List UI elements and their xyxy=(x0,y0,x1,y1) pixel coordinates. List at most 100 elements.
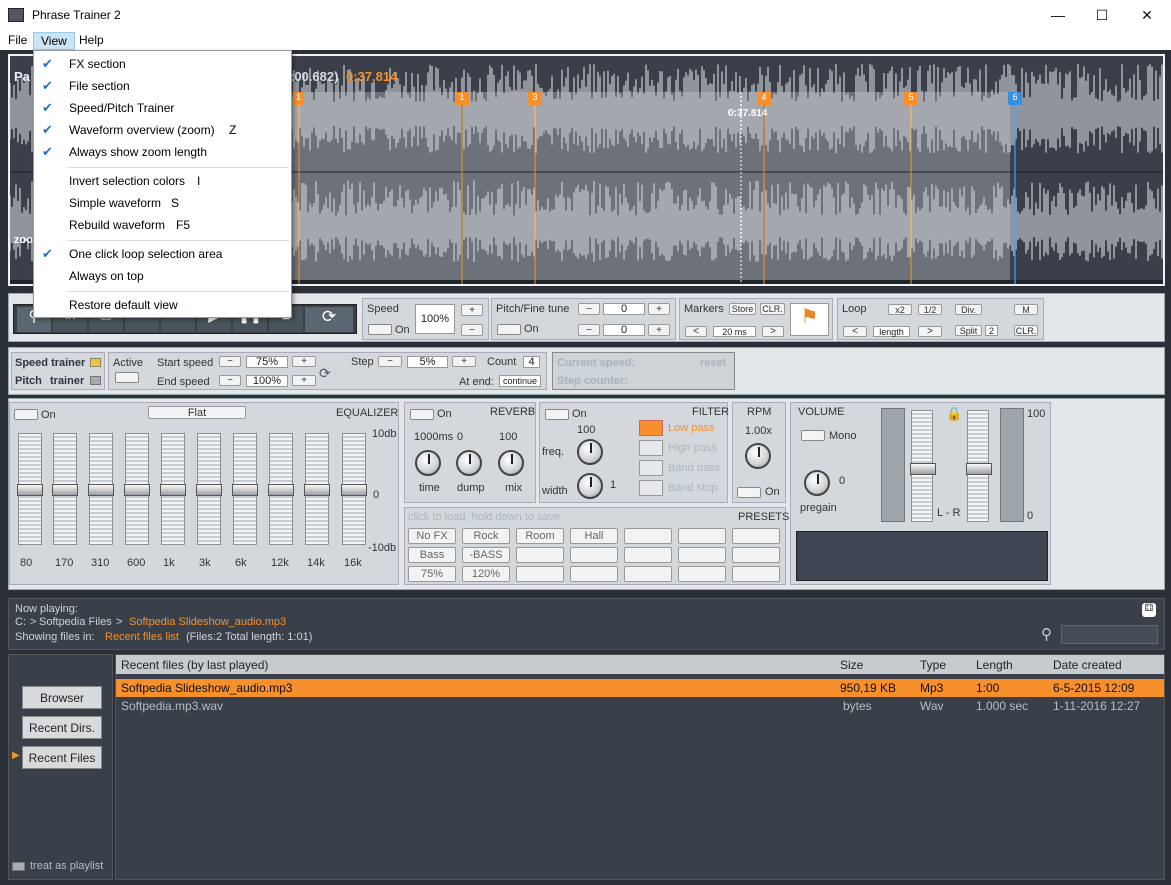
fine-down-button[interactable]: − xyxy=(578,324,600,336)
search-icon[interactable]: ⚲ xyxy=(1041,625,1052,643)
path-folder[interactable]: Softpedia Files xyxy=(39,616,112,628)
view-menu-item[interactable]: Invert selection colors I xyxy=(34,170,291,192)
speed-up-button[interactable]: + xyxy=(461,304,483,316)
table-row[interactable]: Softpedia Slideshow_audio.mp3 950,19 KB … xyxy=(116,679,1164,697)
start-speed-down-button[interactable]: − xyxy=(219,356,241,367)
eq-band-slider[interactable] xyxy=(196,433,222,545)
eq-band-slider[interactable] xyxy=(268,433,294,545)
loop-split-value[interactable]: 2 xyxy=(985,325,998,336)
view-menu-item[interactable]: ✔ One click loop selection area xyxy=(34,243,291,265)
end-speed-value[interactable]: 100% xyxy=(246,375,288,387)
trainer-active-toggle[interactable] xyxy=(115,372,139,383)
count-value[interactable]: 4 xyxy=(523,356,540,368)
preset-slot[interactable] xyxy=(570,547,618,563)
pitch-up-button[interactable]: + xyxy=(648,303,670,315)
preset-slot[interactable]: No FX xyxy=(408,528,456,544)
marker-flag[interactable]: 5 xyxy=(904,92,918,105)
loop-half-button[interactable]: 1/2 xyxy=(918,304,942,315)
step-value[interactable]: 5% xyxy=(407,356,448,368)
eq-band-slider[interactable] xyxy=(52,433,78,545)
markers-store-button[interactable]: Store xyxy=(729,303,756,315)
path-file[interactable]: Softpedia Slideshow_audio.mp3 xyxy=(129,616,286,628)
view-menu-item[interactable]: ✔ Speed/Pitch Trainer xyxy=(34,97,291,119)
preset-slot[interactable]: 120% xyxy=(462,566,510,582)
highpass-icon[interactable] xyxy=(639,440,663,456)
preset-slot[interactable]: 75% xyxy=(408,566,456,582)
eq-band-thumb[interactable] xyxy=(17,484,43,496)
eq-band-thumb[interactable] xyxy=(232,484,258,496)
preset-slot[interactable]: -BASS xyxy=(462,547,510,563)
end-speed-down-button[interactable]: − xyxy=(219,375,241,386)
eq-band-slider[interactable] xyxy=(232,433,258,545)
speed-trainer-led[interactable] xyxy=(90,358,101,367)
markers-ms[interactable]: 20 ms xyxy=(713,326,756,337)
view-menu-item[interactable]: ✔ Waveform overview (zoom) Z xyxy=(34,119,291,141)
col-header-size[interactable]: Size xyxy=(840,658,863,672)
marker-flag[interactable]: 3 xyxy=(528,92,542,105)
step-down-button[interactable]: − xyxy=(378,356,402,367)
loop-clear-button[interactable]: CLR. xyxy=(1014,325,1038,336)
preset-slot[interactable] xyxy=(624,566,672,582)
eq-band-thumb[interactable] xyxy=(196,484,222,496)
rpm-toggle[interactable] xyxy=(737,487,761,498)
menu-view[interactable]: View xyxy=(33,32,75,50)
eq-band-slider[interactable] xyxy=(124,433,150,545)
marker-prev-button[interactable]: < xyxy=(685,326,707,337)
volume-slider-right[interactable] xyxy=(966,410,992,522)
reverb-dump-knob[interactable] xyxy=(456,450,482,476)
loop-m-button[interactable]: M xyxy=(1014,304,1038,315)
eq-band-slider[interactable] xyxy=(17,433,43,545)
preset-slot[interactable] xyxy=(732,566,780,582)
reverb-toggle[interactable] xyxy=(410,409,434,420)
preset-slot[interactable] xyxy=(732,547,780,563)
start-speed-value[interactable]: 75% xyxy=(246,356,288,368)
pitch-toggle[interactable] xyxy=(497,324,521,335)
filter-type-bandpass[interactable]: Band pass xyxy=(668,462,720,474)
eq-band-thumb[interactable] xyxy=(304,484,330,496)
eq-band-thumb[interactable] xyxy=(160,484,186,496)
filter-toggle[interactable] xyxy=(545,409,569,420)
marker-flag[interactable]: 4 xyxy=(757,92,771,105)
view-menu-item[interactable]: ✔ FX section xyxy=(34,53,291,75)
swap-icon[interactable]: ⟳ xyxy=(319,365,331,382)
pitch-value[interactable]: 0 xyxy=(603,303,645,315)
loop-split-button[interactable]: Split xyxy=(955,325,982,336)
marker-next-button[interactable]: > xyxy=(762,326,784,337)
preset-slot[interactable]: Hall xyxy=(570,528,618,544)
reverb-time-knob[interactable] xyxy=(415,450,441,476)
filter-freq-knob[interactable] xyxy=(577,439,603,465)
marker-flag[interactable]: 6 xyxy=(1008,92,1022,105)
recent-dirs-button[interactable]: Recent Dirs. xyxy=(22,716,102,739)
loop-prev-button[interactable]: < xyxy=(843,326,867,337)
loop-div-button[interactable]: Div. xyxy=(955,304,982,315)
playlist-checkbox[interactable] xyxy=(12,862,25,871)
preset-slot[interactable] xyxy=(732,528,780,544)
filter-type-lowpass[interactable]: Low pass xyxy=(668,422,714,434)
reverb-mix-knob[interactable] xyxy=(498,450,524,476)
bandstop-icon[interactable] xyxy=(639,480,663,496)
lock-icon[interactable]: 🔒 xyxy=(946,406,962,422)
marker-flag-icon[interactable]: ⚑ xyxy=(790,303,829,336)
eq-band-slider[interactable] xyxy=(304,433,330,545)
preset-slot[interactable] xyxy=(516,566,564,582)
col-header-length[interactable]: Length xyxy=(976,658,1013,672)
preset-slot[interactable] xyxy=(570,566,618,582)
eq-preset[interactable]: Flat xyxy=(148,406,246,419)
fine-value[interactable]: 0 xyxy=(603,324,645,336)
loop-icon[interactable]: ⟳ xyxy=(305,307,353,332)
eq-toggle[interactable] xyxy=(14,409,38,420)
eq-band-slider[interactable] xyxy=(341,433,367,545)
browser-button[interactable]: Browser xyxy=(22,686,102,709)
pregain-knob[interactable] xyxy=(804,470,830,496)
mono-toggle[interactable] xyxy=(801,430,825,441)
volume-slider-left[interactable] xyxy=(910,410,936,522)
start-speed-up-button[interactable]: + xyxy=(292,356,316,367)
preset-slot[interactable]: Room xyxy=(516,528,564,544)
reset-button[interactable]: reset xyxy=(700,357,726,369)
loop-length[interactable]: length xyxy=(873,326,910,337)
table-row[interactable]: Softpedia.mp3.wav bytes Wav 1.000 sec 1-… xyxy=(116,697,1164,715)
marker-flag[interactable]: 1 xyxy=(293,92,304,105)
preset-slot[interactable] xyxy=(624,547,672,563)
step-up-button[interactable]: + xyxy=(452,356,476,367)
end-speed-up-button[interactable]: + xyxy=(292,375,316,386)
